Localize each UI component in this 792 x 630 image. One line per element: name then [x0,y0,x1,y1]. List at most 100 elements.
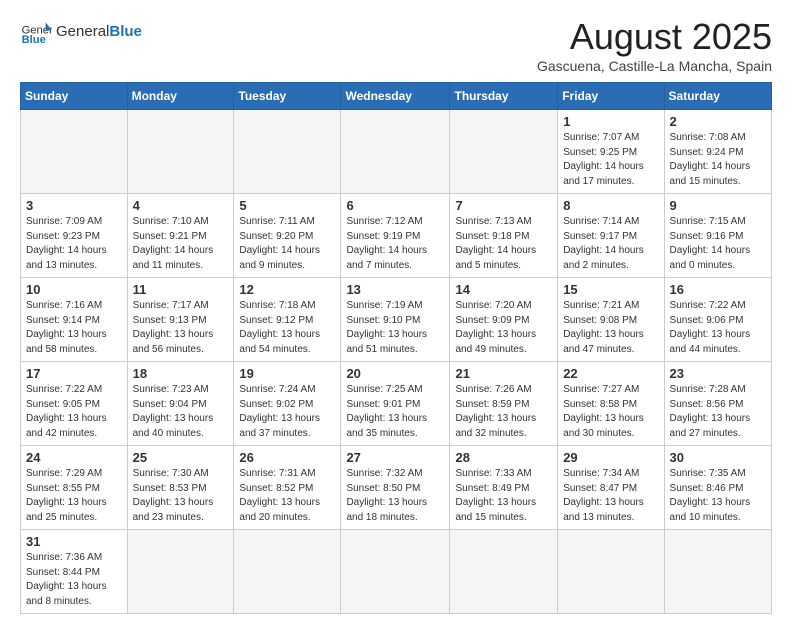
week-row-1: 3 Sunrise: 7:09 AM Sunset: 9:23 PM Daylig… [21,194,772,278]
day-number: 17 [26,366,122,381]
day-info: Sunrise: 7:10 AM Sunset: 9:21 PM Dayligh… [133,215,229,273]
day-cell: 21Sunrise: 7:26 AM Sunset: 8:59 PM Dayli… [450,362,558,446]
day-cell [558,530,664,614]
day-info: Sunrise: 7:29 AM Sunset: 8:55 PM Dayligh… [26,467,122,525]
day-number: 3 [26,198,122,213]
day-cell: 22 Sunrise: 7:27 AM Sunset: 8:58 PM Dayli… [558,362,664,446]
day-number: 7 [455,198,552,213]
day-cell [664,530,771,614]
day-info: Sunrise: 7:17 AM Sunset: 9:13 PM Dayligh… [133,299,229,357]
day-info: Sunrise: 7:09 AM Sunset: 9:23 PM Dayligh… [26,215,122,273]
day-info: Sunrise: 7:21 AM Sunset: 9:08 PM Dayligh… [563,299,658,357]
day-cell: 6 Sunrise: 7:12 AM Sunset: 9:19 PM Daylig… [341,194,450,278]
day-number: 8 [563,198,658,213]
day-cell: 10Sunrise: 7:16 AM Sunset: 9:14 PM Dayli… [21,278,128,362]
day-info: Sunrise: 7:18 AM Sunset: 9:12 PM Dayligh… [239,299,335,357]
day-number: 28 [455,450,552,465]
day-number: 2 [670,114,766,129]
day-cell: 3 Sunrise: 7:09 AM Sunset: 9:23 PM Daylig… [21,194,128,278]
day-number: 29 [563,450,658,465]
day-cell: 20 Sunrise: 7:25 AM Sunset: 9:01 PM Dayli… [341,362,450,446]
day-cell [450,110,558,194]
day-info: Sunrise: 7:07 AM Sunset: 9:25 PM Dayligh… [563,131,658,189]
logo: General Blue GeneralBlue [20,16,142,48]
day-info: Sunrise: 7:22 AM Sunset: 9:05 PM Dayligh… [26,383,122,441]
day-cell: 25Sunrise: 7:30 AM Sunset: 8:53 PM Dayli… [127,446,234,530]
day-cell: 4 Sunrise: 7:10 AM Sunset: 9:21 PM Daylig… [127,194,234,278]
day-number: 27 [346,450,444,465]
day-number: 14 [455,282,552,297]
logo-general-label: GeneralBlue [56,23,142,41]
day-cell: 16Sunrise: 7:22 AM Sunset: 9:06 PM Dayli… [664,278,771,362]
day-info: Sunrise: 7:22 AM Sunset: 9:06 PM Dayligh… [670,299,766,357]
day-number: 13 [346,282,444,297]
day-number: 25 [133,450,229,465]
day-info: Sunrise: 7:36 AM Sunset: 8:44 PM Dayligh… [26,551,122,609]
day-number: 26 [239,450,335,465]
day-number: 30 [670,450,766,465]
day-cell [341,110,450,194]
weekday-header-saturday: Saturday [664,83,771,110]
logo-icon: General Blue [20,16,52,48]
weekday-header-row: SundayMondayTuesdayWednesdayThursdayFrid… [21,83,772,110]
weekday-header-friday: Friday [558,83,664,110]
weekday-header-tuesday: Tuesday [234,83,341,110]
day-cell: 26 Sunrise: 7:31 AM Sunset: 8:52 PM Dayli… [234,446,341,530]
day-cell [234,530,341,614]
day-number: 10 [26,282,122,297]
day-info: Sunrise: 7:34 AM Sunset: 8:47 PM Dayligh… [563,467,658,525]
day-info: Sunrise: 7:20 AM Sunset: 9:09 PM Dayligh… [455,299,552,357]
day-number: 22 [563,366,658,381]
day-cell [127,530,234,614]
day-info: Sunrise: 7:13 AM Sunset: 9:18 PM Dayligh… [455,215,552,273]
day-number: 6 [346,198,444,213]
day-cell: 29 Sunrise: 7:34 AM Sunset: 8:47 PM Dayli… [558,446,664,530]
title-block: August 2025 Gascuena, Castille-La Mancha… [537,16,772,74]
day-cell: 24Sunrise: 7:29 AM Sunset: 8:55 PM Dayli… [21,446,128,530]
day-info: Sunrise: 7:24 AM Sunset: 9:02 PM Dayligh… [239,383,335,441]
day-info: Sunrise: 7:11 AM Sunset: 9:20 PM Dayligh… [239,215,335,273]
day-number: 31 [26,534,122,549]
location-title: Gascuena, Castille-La Mancha, Spain [537,58,772,74]
day-cell [341,530,450,614]
day-cell [21,110,128,194]
day-number: 23 [670,366,766,381]
week-row-0: 1Sunrise: 7:07 AM Sunset: 9:25 PM Daylig… [21,110,772,194]
day-info: Sunrise: 7:14 AM Sunset: 9:17 PM Dayligh… [563,215,658,273]
day-cell: 15Sunrise: 7:21 AM Sunset: 9:08 PM Dayli… [558,278,664,362]
day-cell: 27Sunrise: 7:32 AM Sunset: 8:50 PM Dayli… [341,446,450,530]
day-cell: 13 Sunrise: 7:19 AM Sunset: 9:10 PM Dayli… [341,278,450,362]
calendar-table: SundayMondayTuesdayWednesdayThursdayFrid… [20,82,772,614]
weekday-header-thursday: Thursday [450,83,558,110]
day-info: Sunrise: 7:15 AM Sunset: 9:16 PM Dayligh… [670,215,766,273]
day-number: 11 [133,282,229,297]
day-info: Sunrise: 7:19 AM Sunset: 9:10 PM Dayligh… [346,299,444,357]
day-cell: 28Sunrise: 7:33 AM Sunset: 8:49 PM Dayli… [450,446,558,530]
day-cell: 31 Sunrise: 7:36 AM Sunset: 8:44 PM Dayli… [21,530,128,614]
day-cell: 17 Sunrise: 7:22 AM Sunset: 9:05 PM Dayli… [21,362,128,446]
header: General Blue GeneralBlue August 2025 Gas… [20,16,772,74]
day-number: 4 [133,198,229,213]
svg-text:Blue: Blue [22,34,46,46]
day-info: Sunrise: 7:12 AM Sunset: 9:19 PM Dayligh… [346,215,444,273]
weekday-header-wednesday: Wednesday [341,83,450,110]
day-number: 12 [239,282,335,297]
weekday-header-monday: Monday [127,83,234,110]
day-info: Sunrise: 7:27 AM Sunset: 8:58 PM Dayligh… [563,383,658,441]
day-number: 20 [346,366,444,381]
day-number: 19 [239,366,335,381]
day-cell: 2 Sunrise: 7:08 AM Sunset: 9:24 PM Daylig… [664,110,771,194]
day-info: Sunrise: 7:08 AM Sunset: 9:24 PM Dayligh… [670,131,766,189]
month-title: August 2025 [537,16,772,58]
day-info: Sunrise: 7:35 AM Sunset: 8:46 PM Dayligh… [670,467,766,525]
day-cell: 1Sunrise: 7:07 AM Sunset: 9:25 PM Daylig… [558,110,664,194]
day-info: Sunrise: 7:31 AM Sunset: 8:52 PM Dayligh… [239,467,335,525]
day-cell [450,530,558,614]
day-cell: 9Sunrise: 7:15 AM Sunset: 9:16 PM Daylig… [664,194,771,278]
day-number: 21 [455,366,552,381]
day-number: 18 [133,366,229,381]
day-info: Sunrise: 7:25 AM Sunset: 9:01 PM Dayligh… [346,383,444,441]
day-cell: 7 Sunrise: 7:13 AM Sunset: 9:18 PM Daylig… [450,194,558,278]
weekday-header-sunday: Sunday [21,83,128,110]
day-cell [127,110,234,194]
